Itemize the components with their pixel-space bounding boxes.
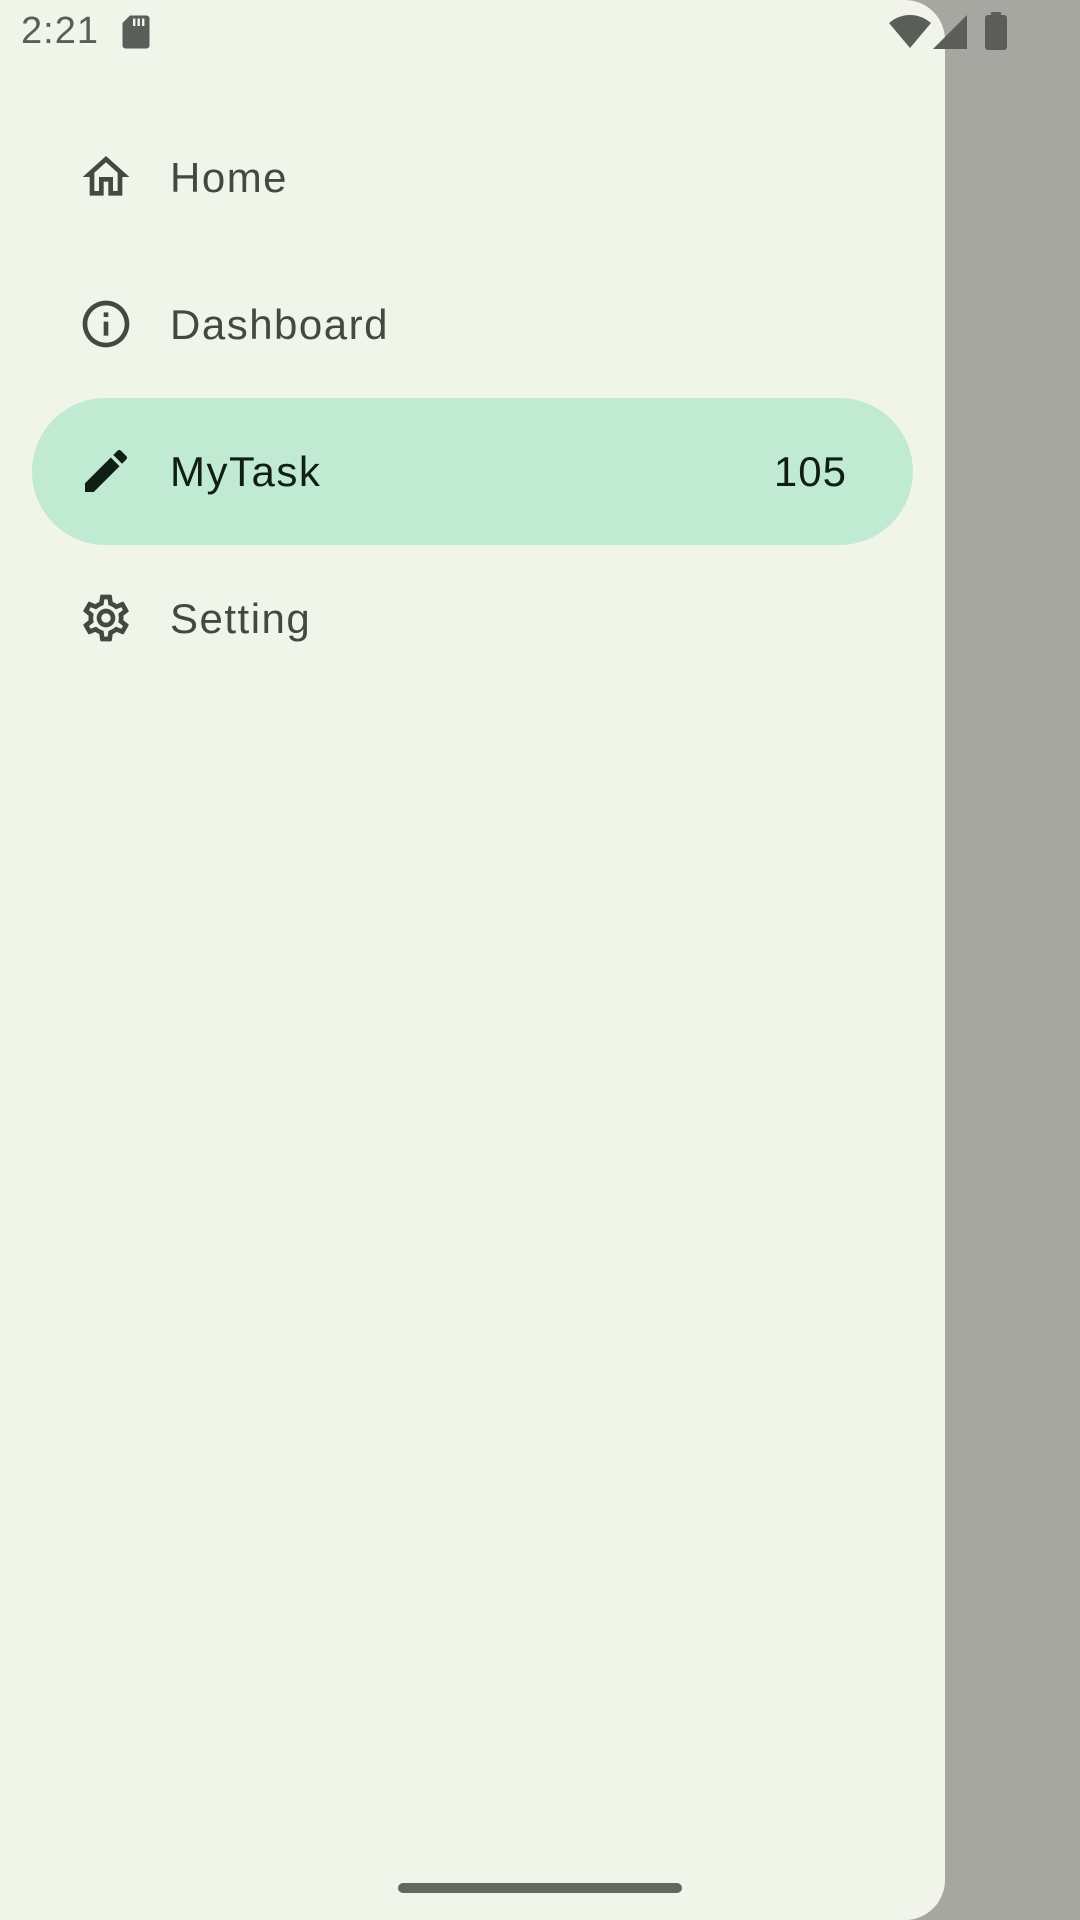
nav-item-setting-label: Setting: [170, 594, 312, 642]
nav-item-setting[interactable]: Setting: [32, 545, 913, 692]
gear-icon: [83, 594, 129, 642]
nav-item-home-label: Home: [170, 153, 289, 201]
nav-item-mytask[interactable]: MyTask 105: [32, 398, 913, 545]
nav-item-dashboard-label: Dashboard: [170, 300, 389, 348]
signal-icon: [933, 15, 967, 49]
sd-card-icon: [122, 15, 150, 49]
status-bar: 2:21: [0, 0, 1080, 64]
home-icon: [82, 156, 130, 196]
info-icon: [82, 300, 130, 348]
status-time: 2:21: [21, 10, 99, 52]
home-indicator[interactable]: [398, 1883, 682, 1893]
navigation-drawer: Home Dashboard MyTask 105 Setting: [0, 0, 945, 1920]
battery-icon: [985, 12, 1007, 50]
nav-item-home[interactable]: Home: [32, 104, 913, 251]
task-count-badge: 105: [773, 447, 847, 495]
nav-item-mytask-label: MyTask: [170, 447, 322, 495]
wifi-icon: [889, 15, 931, 48]
nav-item-dashboard[interactable]: Dashboard: [32, 251, 913, 398]
pencil-icon: [85, 449, 128, 492]
